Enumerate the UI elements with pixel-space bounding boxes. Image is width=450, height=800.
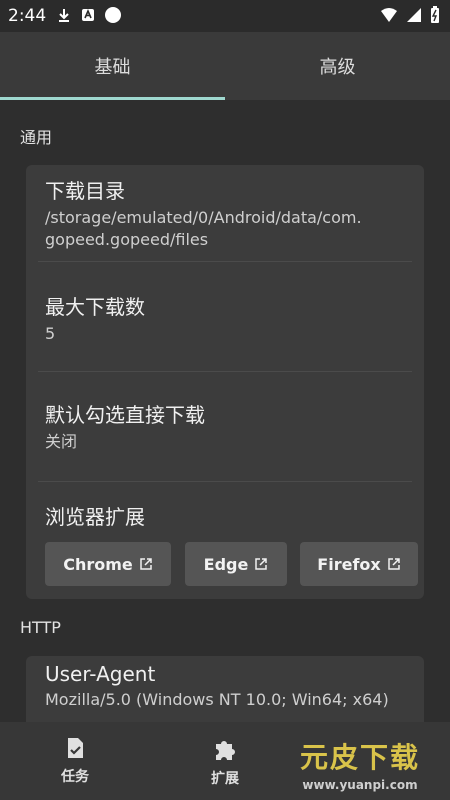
setting-browser-ext: 浏览器扩展 [45, 501, 410, 530]
edge-button-label: Edge [203, 554, 249, 574]
setting-browser-ext-title: 浏览器扩展 [45, 505, 145, 529]
firefox-button[interactable]: Firefox [300, 542, 418, 586]
task-icon [68, 738, 83, 758]
divider [38, 261, 412, 262]
setting-default-select-title: 默认勾选直接下载 [45, 403, 205, 427]
puzzle-icon [216, 741, 235, 760]
tab-basic-label: 基础 [94, 57, 131, 78]
wifi-icon [381, 8, 397, 22]
nav-item-tasks-label: 任务 [61, 769, 89, 785]
status-right-icons [380, 6, 440, 24]
setting-max-downloads[interactable]: 最大下载数 5 [45, 291, 410, 345]
top-tabs: 基础 高级 [0, 32, 450, 100]
edge-button[interactable]: Edge [185, 542, 287, 586]
divider [38, 481, 412, 482]
setting-user-agent[interactable]: User-Agent Mozilla/5.0 (Windows NT 10.0;… [45, 662, 410, 711]
tab-basic[interactable]: 基础 [0, 32, 225, 100]
nav-item-extensions-label: 扩展 [211, 771, 239, 787]
status-time: 2:44 [8, 6, 47, 26]
setting-user-agent-title: User-Agent [45, 662, 156, 686]
status-bar: 2:44 [0, 0, 450, 32]
circle-status-icon [105, 7, 121, 23]
setting-default-select[interactable]: 默认勾选直接下载 关闭 [45, 399, 410, 453]
chrome-button[interactable]: Chrome [45, 542, 171, 586]
nav-item-extensions[interactable]: 扩展 [170, 736, 280, 788]
browser-ext-buttons: Chrome Edge Firefox [26, 542, 424, 586]
tab-advanced[interactable]: 高级 [225, 32, 450, 100]
section-title-general: 通用 [20, 128, 53, 147]
setting-user-agent-value: Mozilla/5.0 (Windows NT 10.0; Win64; x64… [45, 690, 389, 709]
setting-default-select-value: 关闭 [45, 432, 78, 451]
signal-icon [407, 8, 421, 22]
watermark-text: 元皮下载 [299, 741, 420, 774]
firefox-button-label: Firefox [317, 554, 381, 574]
http-card: User-Agent Mozilla/5.0 (Windows NT 10.0;… [26, 656, 424, 722]
external-link-icon [255, 558, 268, 570]
setting-max-downloads-title: 最大下载数 [45, 295, 145, 319]
section-title-http: HTTP [20, 618, 61, 637]
battery-icon [431, 6, 439, 23]
watermark-url: www.yuanpi.com [302, 778, 418, 792]
watermark-logo: 元皮下载 www.yuanpi.com [280, 734, 440, 794]
setting-download-dir-title: 下载目录 [45, 179, 125, 203]
app-notification-icon [82, 8, 94, 21]
general-card: 下载目录 /storage/emulated/0/Android/data/co… [26, 165, 424, 599]
external-link-icon [387, 558, 400, 570]
setting-download-dir-value: /storage/emulated/0/Android/data/com.gop… [45, 208, 362, 249]
tab-advanced-label: 高级 [319, 57, 356, 78]
status-left-icons [56, 6, 122, 24]
divider [38, 371, 412, 372]
setting-download-dir[interactable]: 下载目录 /storage/emulated/0/Android/data/co… [45, 175, 410, 251]
setting-max-downloads-value: 5 [45, 324, 56, 343]
download-icon [59, 9, 69, 22]
chrome-button-label: Chrome [63, 554, 133, 574]
nav-item-tasks[interactable]: 任务 [20, 736, 130, 786]
external-link-icon [140, 558, 152, 570]
